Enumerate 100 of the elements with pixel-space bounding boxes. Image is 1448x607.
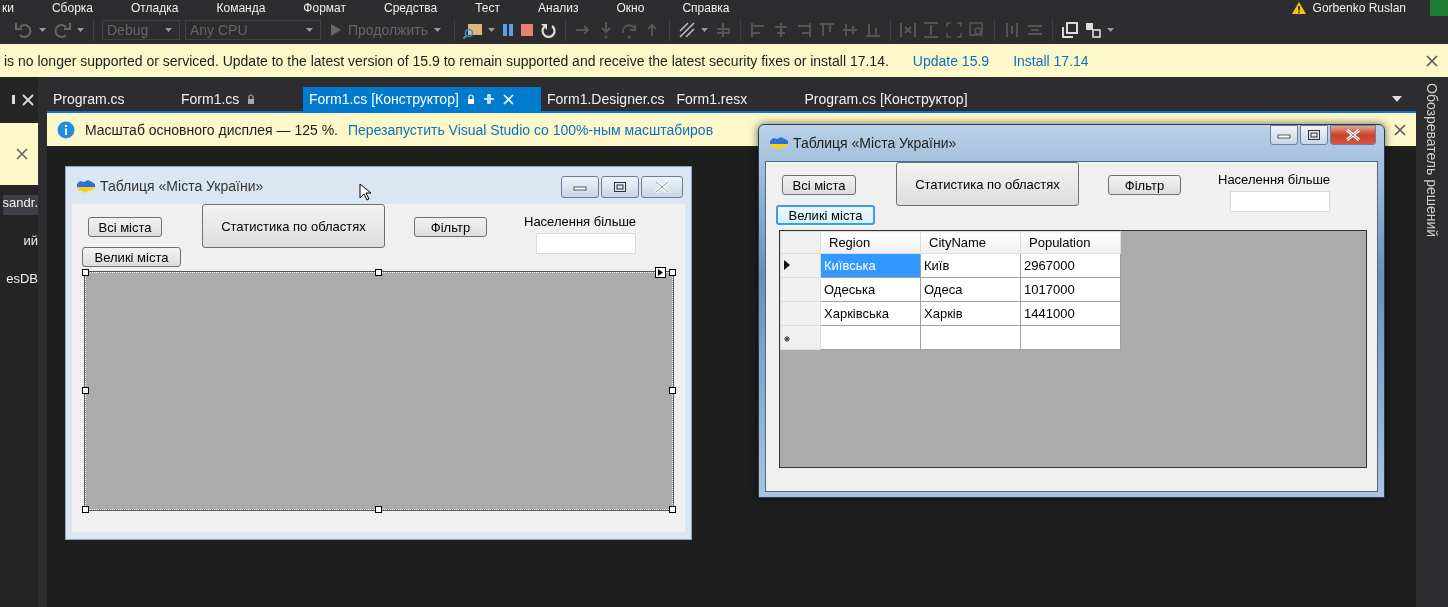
- resize-handle[interactable]: [82, 387, 89, 394]
- close-icon[interactable]: [1394, 123, 1406, 136]
- menu-item[interactable]: Средства: [384, 1, 438, 15]
- field-label: Населення більше: [1218, 172, 1331, 187]
- table-cell[interactable]: 1017000: [1020, 277, 1121, 302]
- menu-item[interactable]: Справка: [682, 1, 730, 15]
- caret-icon: [165, 26, 173, 34]
- table-cell[interactable]: [1020, 325, 1121, 350]
- caret-icon: [488, 26, 497, 34]
- text-field[interactable]: [536, 233, 636, 254]
- stop-icon[interactable]: [520, 23, 535, 37]
- restart-link[interactable]: Перезапустить Visual Studio со 100%-ным масштабиров: [348, 121, 714, 138]
- maximize-button[interactable]: [1300, 125, 1328, 145]
- row-header: [780, 231, 821, 254]
- resize-handle[interactable]: [375, 269, 382, 276]
- form-window[interactable]: Таблиця «Міста України» Всі міста Статистика по областях Фільтр Великі міста Населення більше: [65, 166, 692, 540]
- tree-item[interactable]: esDB: [6, 271, 38, 291]
- table-cell[interactable]: Харківська: [820, 301, 921, 326]
- align-icon: [795, 21, 814, 39]
- close-button[interactable]: [641, 176, 683, 198]
- maximize-icon: [1307, 129, 1321, 141]
- form-button[interactable]: Фільтр: [414, 217, 487, 237]
- field-label: Населення більше: [524, 214, 637, 229]
- form-button[interactable]: Великі міста: [82, 247, 181, 267]
- warning-icon[interactable]: [1290, 1, 1307, 15]
- menu-item[interactable]: Отладка: [131, 1, 179, 15]
- notification-link[interactable]: Update 15.9: [912, 52, 990, 69]
- resize-handle[interactable]: [669, 506, 676, 513]
- resize-handle[interactable]: [82, 506, 89, 513]
- info-icon: [57, 120, 75, 139]
- send-back-icon[interactable]: [1084, 21, 1103, 39]
- table-cell[interactable]: Київ: [920, 253, 1021, 278]
- column-header[interactable]: Population: [1020, 231, 1121, 254]
- table-cell[interactable]: 1441000: [1020, 301, 1121, 326]
- menu-item[interactable]: ки: [2, 1, 14, 15]
- table-cell[interactable]: [920, 325, 1021, 350]
- data-grid[interactable]: Region CityName Population Київська Київ 2967000 Одеська Одеса 1017000 Харківська Харків 1441000: [779, 230, 1367, 468]
- table-cell[interactable]: 2967000: [1020, 253, 1121, 278]
- folder-search-icon[interactable]: [463, 21, 484, 39]
- table-cell[interactable]: Одеса: [920, 277, 1021, 302]
- document-tab[interactable]: Form1.resx: [670, 87, 799, 111]
- resize-handle[interactable]: [669, 387, 676, 394]
- hatched-icon: [678, 21, 697, 39]
- column-header[interactable]: CityName: [920, 231, 1021, 254]
- form-button[interactable]: Статистика по областях: [202, 204, 385, 248]
- close-icon: [654, 181, 670, 193]
- layout-icon: [899, 21, 918, 39]
- document-tab[interactable]: Program.cs: [47, 87, 175, 111]
- resize-handle[interactable]: [375, 506, 382, 513]
- document-tab[interactable]: Form1.cs: [175, 87, 303, 111]
- row-header[interactable]: [780, 253, 821, 278]
- dropdown-icon[interactable]: [1392, 95, 1402, 103]
- menu-item[interactable]: Формат: [303, 1, 346, 15]
- window-title: Таблиця «Міста України»: [793, 135, 957, 151]
- document-tab[interactable]: Form1.Designer.cs: [541, 87, 671, 111]
- maximize-button[interactable]: [601, 176, 639, 198]
- document-tab[interactable]: Program.cs [Конструктор]: [798, 87, 974, 111]
- close-icon[interactable]: [1426, 54, 1438, 67]
- form-button[interactable]: Великі міста: [776, 205, 875, 225]
- pause-icon[interactable]: [501, 23, 516, 37]
- close-icon: [1345, 129, 1361, 141]
- column-header[interactable]: Region: [820, 231, 921, 254]
- play-icon: [330, 23, 342, 37]
- caret-icon: [701, 26, 710, 34]
- tree-item[interactable]: sandr.: [2, 195, 38, 215]
- caret-icon: [306, 26, 314, 34]
- layout-icon: [945, 21, 964, 39]
- form-button[interactable]: Фільтр: [1108, 175, 1181, 195]
- caret-icon: [39, 26, 47, 34]
- menu-item[interactable]: Сборка: [51, 1, 94, 15]
- minimize-button[interactable]: [1270, 125, 1298, 145]
- close-button[interactable]: [1330, 125, 1376, 145]
- tree-item[interactable]: ий: [23, 233, 38, 253]
- smart-tag-icon[interactable]: [655, 267, 666, 278]
- form-button[interactable]: Всі міста: [782, 175, 856, 195]
- menu-item[interactable]: Тест: [475, 1, 500, 15]
- align-icon: [864, 21, 883, 39]
- lock-icon: [466, 94, 475, 104]
- menu-item[interactable]: Анализ: [538, 1, 579, 15]
- table-cell[interactable]: Харків: [920, 301, 1021, 326]
- form-button[interactable]: Всі міста: [88, 217, 162, 237]
- text-field[interactable]: [1230, 191, 1330, 212]
- form-window[interactable]: Таблиця «Міста України» Всі міста Статистика по областях Фільтр Великі міста Населення більше Region CityName Population Київська Київ 2967000 Одеська Одеса 1017000 Харківська Харків 1441000: [758, 124, 1385, 498]
- close-icon[interactable]: [16, 148, 28, 160]
- table-cell[interactable]: Одеська: [820, 277, 921, 302]
- align-icon: [714, 21, 733, 39]
- restart-icon[interactable]: [539, 21, 558, 39]
- notification-link[interactable]: Install 17.14: [1013, 52, 1089, 69]
- resize-handle[interactable]: [82, 269, 89, 276]
- form-button[interactable]: Статистика по областях: [896, 162, 1079, 206]
- resize-handle[interactable]: [669, 269, 676, 276]
- lock-icon: [247, 94, 256, 104]
- table-cell[interactable]: [820, 325, 921, 350]
- user-name[interactable]: Gorbenko Ruslan: [1312, 1, 1406, 15]
- panel-title[interactable]: Обозреватель решений: [1424, 83, 1440, 238]
- bring-front-icon[interactable]: [1061, 21, 1080, 39]
- maximize-icon: [613, 181, 627, 193]
- menu-item[interactable]: Команда: [216, 1, 266, 15]
- menu-item[interactable]: Окно: [616, 1, 645, 15]
- minimize-button[interactable]: [561, 176, 599, 198]
